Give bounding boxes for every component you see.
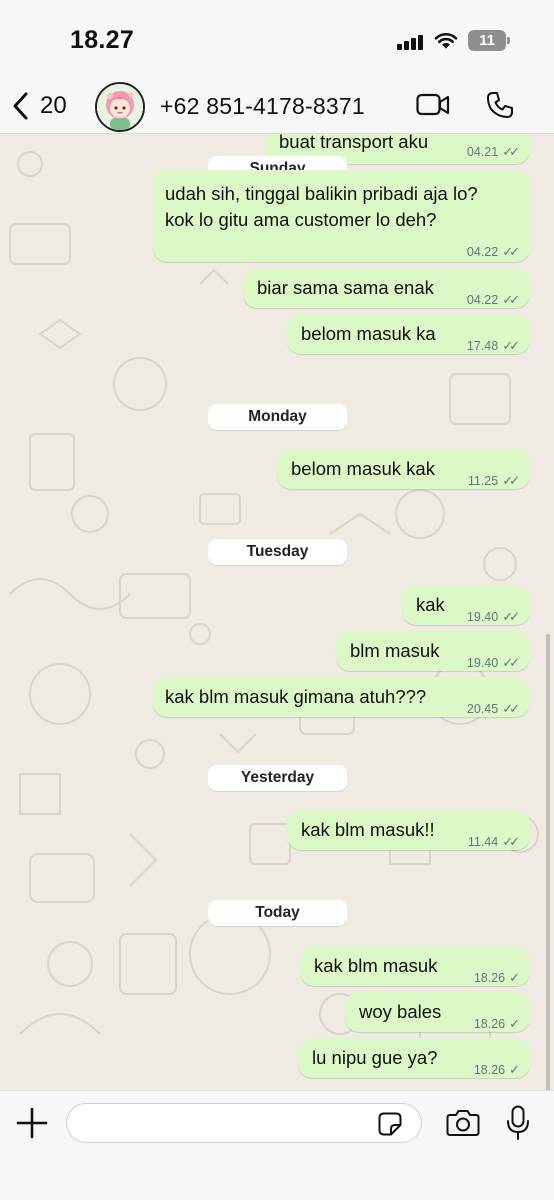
double-check-icon: ✓✓: [502, 244, 520, 259]
double-check-icon: ✓✓: [502, 292, 520, 307]
double-check-icon: ✓✓: [502, 338, 520, 353]
message-text: belom masuk kak: [291, 458, 435, 479]
message-time: 04.22: [466, 245, 499, 259]
scrollbar-thumb[interactable]: [546, 634, 550, 1090]
message-bubble-outgoing[interactable]: lu nipu gue ya? 18.26 ✓: [298, 1038, 530, 1078]
camera-button[interactable]: [446, 1109, 480, 1137]
message-text: udah sih, tinggal balikin pribadi aja lo…: [165, 183, 478, 204]
single-check-icon: ✓: [509, 1016, 520, 1031]
cellular-signal-icon: [397, 34, 425, 50]
message-time: 20.45: [466, 702, 499, 716]
double-check-icon: ✓✓: [502, 655, 520, 670]
double-check-icon: ✓✓: [502, 144, 520, 159]
message-time: 18.26: [473, 1063, 506, 1077]
message-text: belom masuk ka: [301, 323, 436, 344]
sticker-button[interactable]: [378, 1112, 402, 1136]
video-call-button[interactable]: [416, 92, 450, 118]
date-separator: Tuesday: [208, 539, 347, 565]
message-bubble-outgoing[interactable]: kak blm masuk gimana atuh??? 20.45 ✓✓: [153, 677, 530, 717]
status-bar: 18.27 11: [0, 0, 554, 80]
double-check-icon: ✓✓: [502, 701, 520, 716]
message-bubble-outgoing[interactable]: kak 19.40 ✓✓: [402, 585, 530, 625]
message-time: 18.26: [473, 1017, 506, 1031]
message-bubble-outgoing[interactable]: blm masuk 19.40 ✓✓: [336, 631, 530, 671]
chevron-left-icon: [13, 92, 28, 120]
date-separator: Monday: [208, 404, 347, 430]
message-list[interactable]: buat transport aku 04.21 ✓✓ Sunday udah s…: [0, 134, 554, 1090]
message-input[interactable]: [66, 1103, 422, 1143]
message-time: 11.25: [467, 474, 499, 488]
clock: 18.27: [70, 26, 135, 54]
contact-avatar[interactable]: [95, 82, 145, 132]
message-text: blm masuk: [350, 640, 440, 661]
whatsapp-chat-screen: 18.27 11 20 +62 851-4178-8371 buat trans…: [0, 0, 554, 1200]
message-text: kak: [416, 594, 445, 615]
message-text: kak blm masuk: [314, 955, 438, 976]
date-separator: Today: [208, 900, 347, 926]
double-check-icon: ✓✓: [502, 834, 520, 849]
message-bubble-outgoing[interactable]: udah sih, tinggal balikin pribadi aja lo…: [153, 170, 530, 262]
message-text: kak blm masuk gimana atuh???: [165, 686, 427, 707]
message-time: 04.21: [466, 145, 499, 159]
message-bubble-outgoing[interactable]: biar sama sama enak 04.22 ✓✓: [243, 268, 530, 308]
message-time: 18.26: [473, 971, 506, 985]
unread-count: 20: [40, 92, 67, 119]
message-bubble-outgoing[interactable]: woy bales 18.26 ✓: [345, 992, 530, 1032]
attach-plus-button[interactable]: [16, 1107, 48, 1139]
message-time: 17.48: [466, 339, 499, 353]
date-separator: Yesterday: [208, 765, 347, 791]
message-time: 19.40: [466, 610, 499, 624]
double-check-icon: ✓✓: [502, 473, 520, 488]
message-bubble-outgoing[interactable]: belom masuk kak 11.25 ✓✓: [277, 449, 530, 489]
message-text: buat transport aku: [279, 134, 429, 152]
message-text: biar sama sama enak: [257, 277, 434, 298]
message-composer: [0, 1090, 554, 1200]
single-check-icon: ✓: [509, 1062, 520, 1077]
battery-icon: 11: [468, 30, 506, 51]
message-time: 11.44: [467, 835, 499, 849]
message-bubble-outgoing[interactable]: kak blm masuk 18.26 ✓: [300, 946, 530, 986]
double-check-icon: ✓✓: [502, 609, 520, 624]
message-text: kok lo gitu ama customer lo deh?: [165, 209, 437, 230]
microphone-button[interactable]: [506, 1105, 530, 1141]
avatar-illustration: [97, 84, 143, 130]
message-time: 04.22: [466, 293, 499, 307]
message-time: 19.40: [466, 656, 499, 670]
message-bubble-outgoing[interactable]: kak blm masuk!! 11.44 ✓✓: [287, 810, 530, 850]
message-bubble-outgoing[interactable]: belom masuk ka 17.48 ✓✓: [287, 314, 530, 354]
contact-name[interactable]: +62 851-4178-8371: [160, 93, 365, 120]
message-text: lu nipu gue ya?: [312, 1047, 438, 1068]
chat-header: 20 +62 851-4178-8371: [0, 80, 554, 134]
message-text: kak blm masuk!!: [301, 819, 435, 840]
wifi-icon: [434, 33, 458, 49]
message-text: woy bales: [359, 1001, 442, 1022]
back-button[interactable]: 20: [10, 86, 67, 126]
voice-call-button[interactable]: [485, 90, 515, 120]
single-check-icon: ✓: [509, 970, 520, 985]
